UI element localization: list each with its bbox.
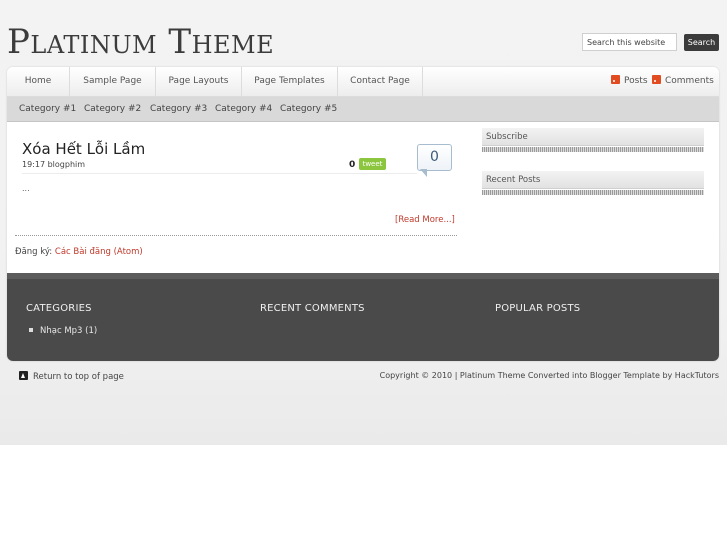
copyright-text: Copyright © 2010 | Platinum Theme Conver… xyxy=(379,371,719,380)
content-divider xyxy=(15,235,457,236)
subnav-category-2[interactable]: Category #2 xyxy=(84,97,141,121)
subscribe-label: Đăng ký: xyxy=(15,247,53,257)
main-container: Home Sample Page Page Layouts Page Templ… xyxy=(7,67,719,361)
return-to-top-label: Return to top of page xyxy=(33,372,124,382)
site-logo[interactable]: Platinum Theme xyxy=(7,22,274,62)
nav-item-sample-page[interactable]: Sample Page xyxy=(70,67,156,96)
nav-item-home[interactable]: Home xyxy=(7,67,70,96)
nav-item-page-layouts[interactable]: Page Layouts xyxy=(156,67,242,96)
footer-category-label: Nhạc Mp3 (1) xyxy=(40,326,98,336)
widget-title-recent-posts: Recent Posts xyxy=(482,171,704,189)
up-arrow-icon xyxy=(19,371,28,380)
widget-title-subscribe: Subscribe xyxy=(482,128,704,146)
category-nav: Category #1 Category #2 Category #3 Cate… xyxy=(7,97,719,122)
comments-feed-link[interactable]: Comments xyxy=(652,67,714,96)
subnav-category-3[interactable]: Category #3 xyxy=(150,97,207,121)
main-nav: Home Sample Page Page Layouts Page Templ… xyxy=(7,67,719,97)
atom-feed-link[interactable]: Các Bài đăng (Atom) xyxy=(55,247,143,257)
post-title[interactable]: Xóa Hết Lỗi Lầm xyxy=(22,140,145,158)
search-input[interactable] xyxy=(582,33,677,51)
footer-title-recent-comments: RECENT COMMENTS xyxy=(260,303,365,314)
footer-title-categories: CATEGORIES xyxy=(26,303,92,314)
tweet-button[interactable]: tweet xyxy=(359,158,386,170)
footer-category-item[interactable]: Nhạc Mp3 (1) xyxy=(29,326,97,336)
comment-bubble-tail xyxy=(420,169,427,177)
posts-feed-label: Posts xyxy=(624,76,648,86)
subnav-category-5[interactable]: Category #5 xyxy=(280,97,337,121)
post-meta: 19:17 blogphim xyxy=(22,160,86,169)
bullet-icon xyxy=(29,328,33,332)
subnav-category-4[interactable]: Category #4 xyxy=(215,97,272,121)
nav-item-contact-page[interactable]: Contact Page xyxy=(338,67,423,96)
rss-icon xyxy=(652,75,661,84)
post-excerpt: ... xyxy=(22,184,30,193)
read-more-link[interactable]: [Read More...] xyxy=(395,215,455,225)
subnav-category-1[interactable]: Category #1 xyxy=(19,97,76,121)
footer-widgets: CATEGORIES RECENT COMMENTS POPULAR POSTS… xyxy=(7,273,719,361)
comments-feed-label: Comments xyxy=(665,76,714,86)
return-to-top-link[interactable]: Return to top of page xyxy=(19,371,124,382)
comment-count-bubble[interactable]: 0 xyxy=(417,144,452,171)
widget-divider xyxy=(482,147,704,152)
search-button[interactable]: Search xyxy=(684,34,719,51)
rss-icon xyxy=(611,75,620,84)
subscribe-line: Đăng ký: Các Bài đăng (Atom) xyxy=(15,247,143,257)
widget-divider xyxy=(482,190,704,195)
nav-item-page-templates[interactable]: Page Templates xyxy=(242,67,338,96)
share-count: 0 xyxy=(349,160,356,170)
footer-title-popular-posts: POPULAR POSTS xyxy=(495,303,581,314)
post-divider xyxy=(22,173,417,174)
posts-feed-link[interactable]: Posts xyxy=(611,67,648,96)
